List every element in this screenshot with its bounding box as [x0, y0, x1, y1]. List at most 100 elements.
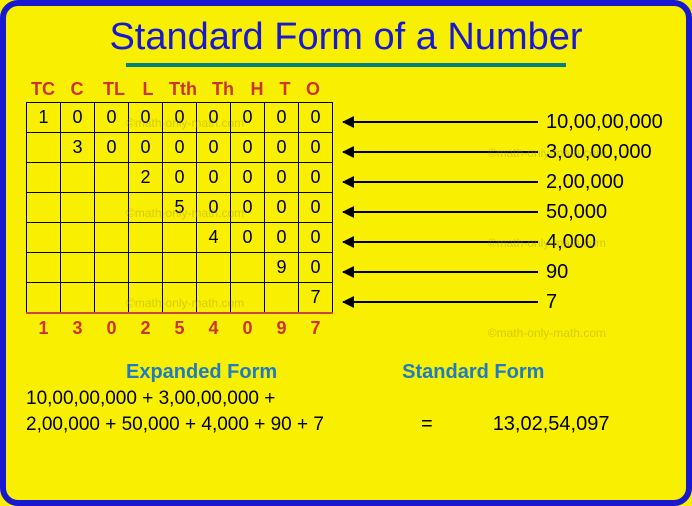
- sum-cell: 5: [163, 313, 197, 343]
- arrow-row: 3,00,00,000: [343, 137, 666, 167]
- arrow-label: 2,00,000: [546, 171, 666, 194]
- page-title: Standard Form of a Number: [26, 16, 666, 59]
- header-tc: TC: [26, 79, 60, 100]
- table-cell: 0: [197, 163, 231, 193]
- standard-form-label: Standard Form: [402, 361, 544, 384]
- arrow-label: 10,00,00,000: [546, 111, 666, 134]
- header-o: O: [298, 79, 328, 100]
- table-cell: [95, 223, 129, 253]
- table-cell: [61, 223, 95, 253]
- standard-result: 13,02,54,097: [493, 413, 610, 436]
- sum-cell: 1: [27, 313, 61, 343]
- table-row: 7: [27, 283, 333, 313]
- arrow-icon: [343, 271, 538, 273]
- arrows-column: 10,00,00,000 3,00,00,000 2,00,000 50,000 4,0…: [343, 79, 666, 343]
- table-cell: 0: [265, 163, 299, 193]
- table-cell: 0: [197, 133, 231, 163]
- table-cell: 4: [197, 223, 231, 253]
- table-cell: 0: [231, 133, 265, 163]
- table-cell: [197, 253, 231, 283]
- table-cell: 0: [231, 223, 265, 253]
- table-cell: 0: [163, 103, 197, 133]
- table-cell: 1: [27, 103, 61, 133]
- table-cell: [95, 163, 129, 193]
- table-cell: 0: [231, 193, 265, 223]
- arrow-row: 90: [343, 257, 666, 287]
- table-cell: 0: [299, 193, 333, 223]
- arrow-row: 50,000: [343, 197, 666, 227]
- table-cell: 0: [265, 103, 299, 133]
- table-cell: [129, 283, 163, 313]
- table-cell: [129, 193, 163, 223]
- table-cell: 7: [299, 283, 333, 313]
- arrow-icon: [343, 181, 538, 183]
- table-cell: [61, 163, 95, 193]
- table-cell: [163, 223, 197, 253]
- arrow-icon: [343, 151, 538, 153]
- header-l: L: [134, 79, 162, 100]
- arrow-label: 7: [546, 291, 666, 314]
- table-row: 4000: [27, 223, 333, 253]
- table-cell: [163, 283, 197, 313]
- header-th: Th: [204, 79, 242, 100]
- sum-cell: 4: [197, 313, 231, 343]
- arrow-row: 2,00,000: [343, 167, 666, 197]
- table-cell: 0: [265, 193, 299, 223]
- sum-cell: 0: [231, 313, 265, 343]
- sum-cell: 7: [299, 313, 333, 343]
- expanded-line2: 2,00,000 + 50,000 + 4,000 + 90 + 7: [26, 414, 421, 436]
- arrow-label: 50,000: [546, 201, 666, 224]
- table-row: 50000: [27, 193, 333, 223]
- table-cell: [197, 283, 231, 313]
- arrow-label: 4,000: [546, 231, 666, 254]
- table-cell: [95, 193, 129, 223]
- table-cell: 0: [299, 253, 333, 283]
- table-cell: [231, 253, 265, 283]
- table-cell: 0: [265, 223, 299, 253]
- table-cell: 0: [163, 163, 197, 193]
- table-cell: 0: [299, 133, 333, 163]
- table-cell: [61, 193, 95, 223]
- sum-cell: 2: [129, 313, 163, 343]
- table-cell: 9: [265, 253, 299, 283]
- arrow-icon: [343, 211, 538, 213]
- arrow-row: 10,00,00,000: [343, 107, 666, 137]
- table-cell: [61, 253, 95, 283]
- title-underline: [126, 63, 566, 67]
- header-h: H: [242, 79, 272, 100]
- table-cell: [27, 133, 61, 163]
- content-area: TC C TL L Tth Th H T O 10000000030000000…: [26, 79, 666, 343]
- table-cell: 0: [61, 103, 95, 133]
- table-cell: 0: [163, 133, 197, 163]
- equals-sign: =: [421, 413, 433, 436]
- table-cell: [27, 283, 61, 313]
- table-cell: 0: [197, 103, 231, 133]
- table-cell: 0: [299, 163, 333, 193]
- table-cell: [129, 253, 163, 283]
- table-cell: [27, 223, 61, 253]
- table-cell: [61, 283, 95, 313]
- sum-cell: 3: [61, 313, 95, 343]
- place-value-headers: TC C TL L Tth Th H T O: [26, 79, 333, 100]
- arrow-label: 3,00,00,000: [546, 141, 666, 164]
- expanded-form-label: Expanded Form: [126, 361, 277, 384]
- table-row: 200000: [27, 163, 333, 193]
- table-cell: 0: [299, 223, 333, 253]
- table-cell: 3: [61, 133, 95, 163]
- header-tth: Tth: [162, 79, 204, 100]
- sum-cell: 9: [265, 313, 299, 343]
- table-cell: [27, 163, 61, 193]
- table-area: TC C TL L Tth Th H T O 10000000030000000…: [26, 79, 333, 343]
- expanded-line1: 10,00,00,000 + 3,00,00,000 +: [26, 388, 421, 410]
- table-cell: [95, 253, 129, 283]
- table-row: 100000000: [27, 103, 333, 133]
- table-cell: 2: [129, 163, 163, 193]
- table-cell: 5: [163, 193, 197, 223]
- table-cell: 0: [129, 133, 163, 163]
- arrow-icon: [343, 121, 538, 123]
- arrow-row: 4,000: [343, 227, 666, 257]
- bottom-section: Expanded Form Standard Form 10,00,00,000…: [26, 361, 666, 436]
- table-cell: [163, 253, 197, 283]
- header-tl: TL: [94, 79, 134, 100]
- arrow-icon: [343, 301, 538, 303]
